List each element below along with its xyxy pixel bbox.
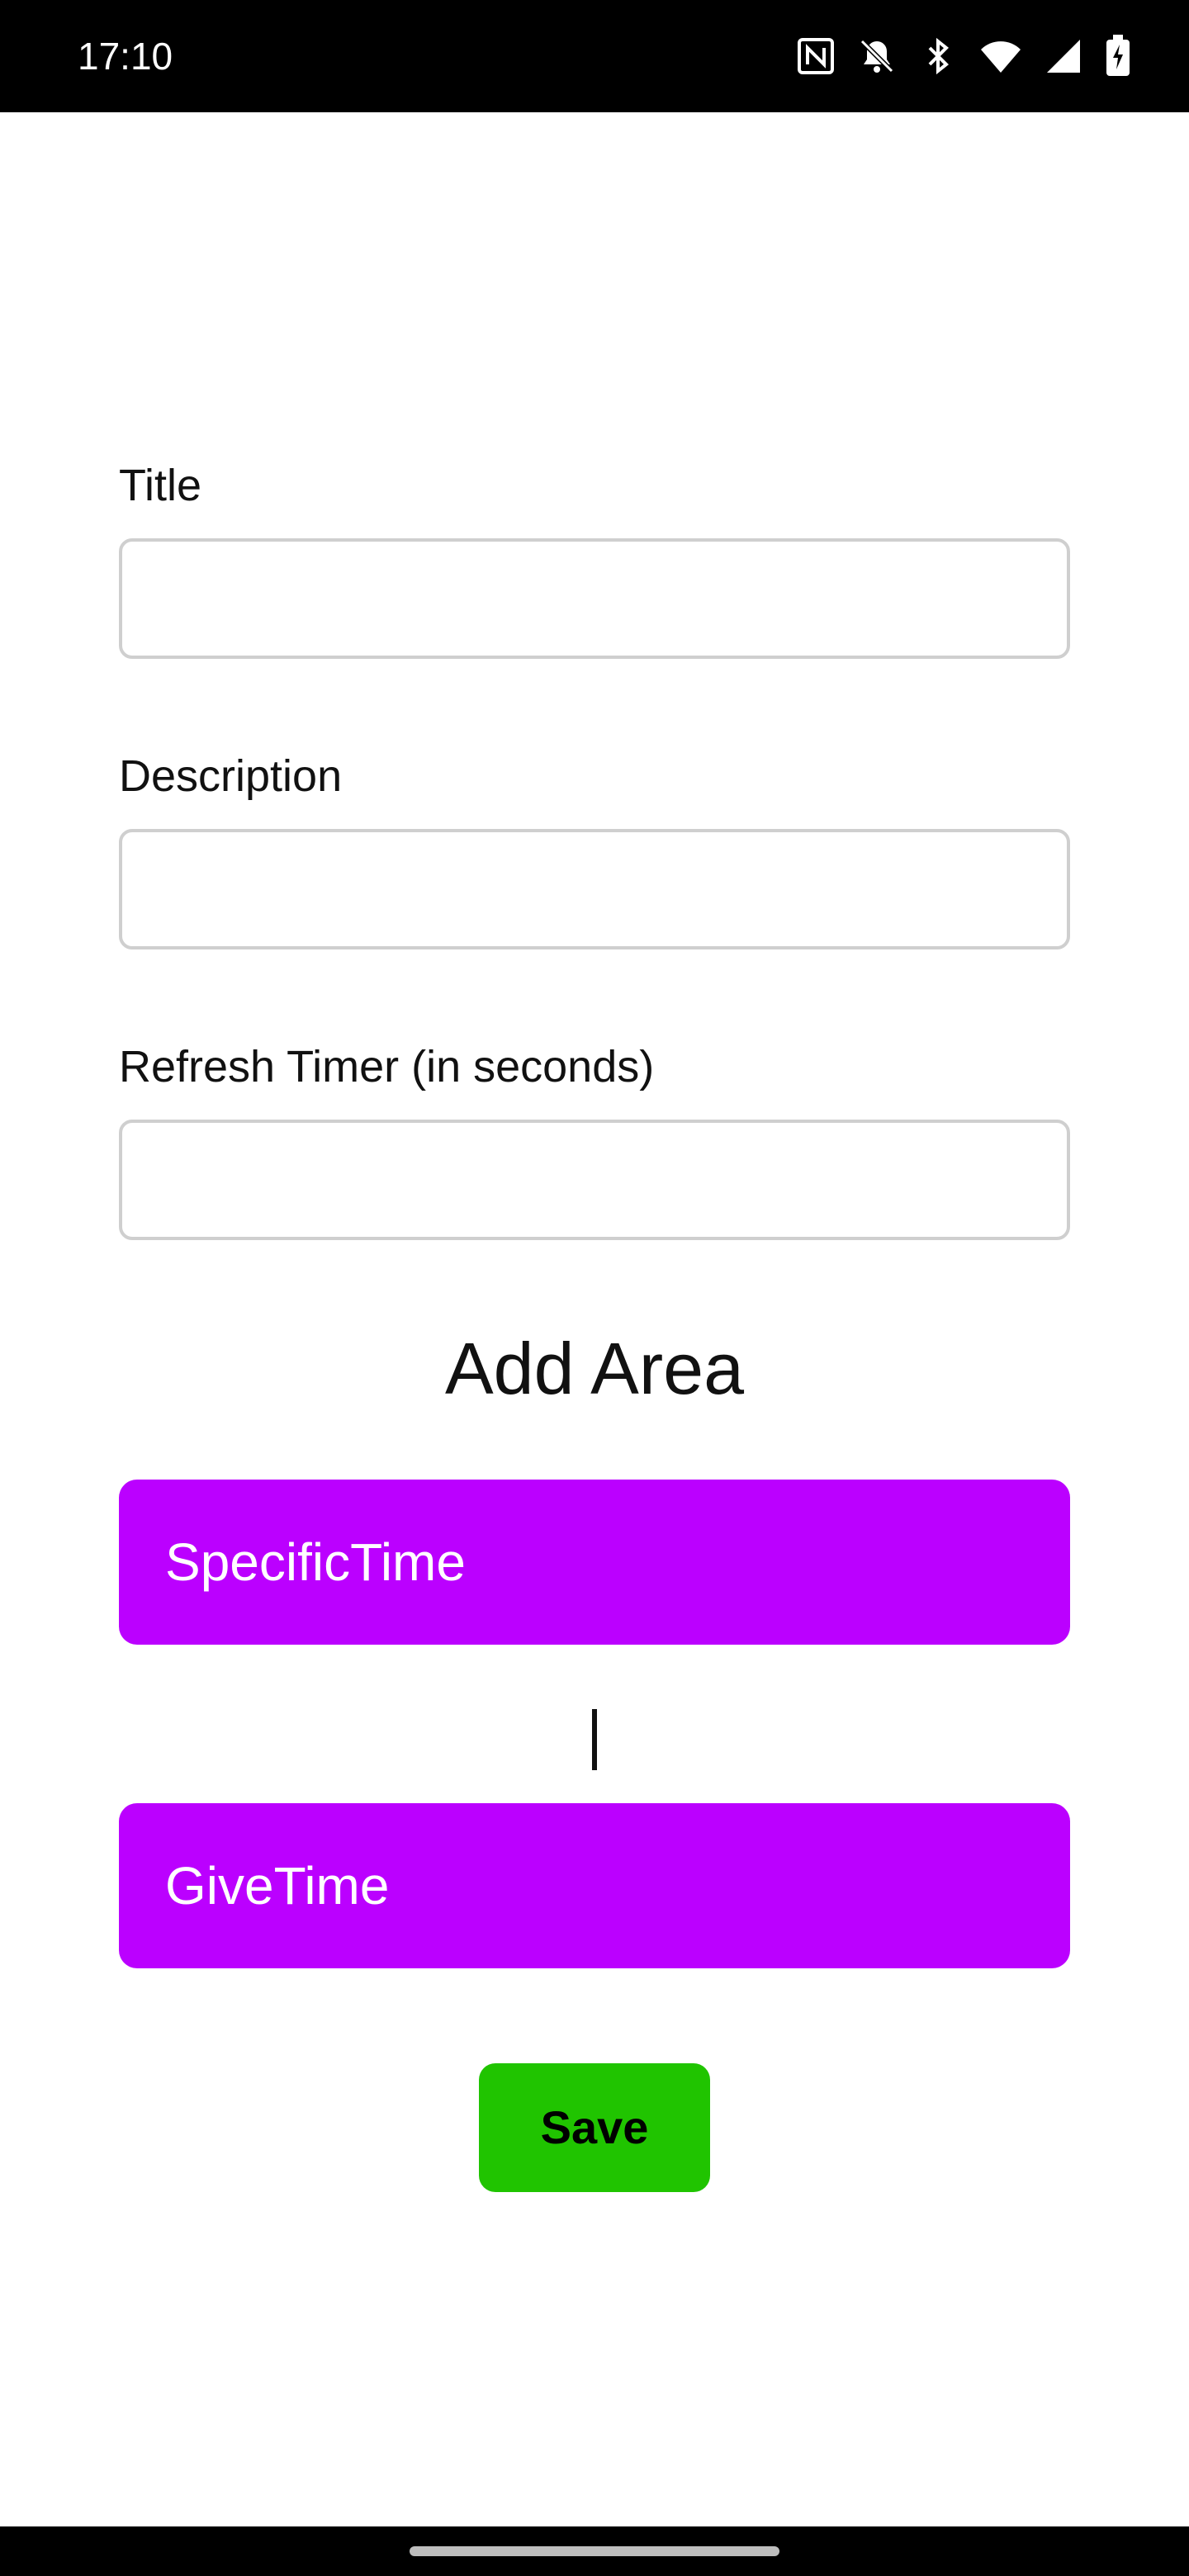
- wifi-icon: [979, 33, 1022, 79]
- specific-time-button[interactable]: SpecificTime: [119, 1480, 1070, 1645]
- add-area-title: Add Area: [444, 1328, 745, 1409]
- signal-icon: [1044, 33, 1083, 79]
- bluetooth-icon: [918, 33, 958, 79]
- home-indicator[interactable]: [410, 2546, 779, 2556]
- description-label: Description: [119, 751, 343, 801]
- separator-bar: [592, 1709, 597, 1770]
- status-icons: [796, 31, 1131, 81]
- title-label: Title: [119, 461, 202, 510]
- navigation-bar: [0, 2526, 1189, 2576]
- status-time: 17:10: [78, 35, 173, 78]
- title-input[interactable]: [119, 538, 1070, 659]
- refresh-timer-input[interactable]: [119, 1120, 1070, 1240]
- bell-off-icon: [857, 33, 897, 79]
- refresh-timer-label: Refresh Timer (in seconds): [119, 1042, 655, 1091]
- status-bar: 17:10: [0, 0, 1189, 112]
- description-input[interactable]: [119, 829, 1070, 949]
- save-button[interactable]: Save: [479, 2063, 710, 2192]
- nfc-icon: [796, 33, 836, 79]
- form-screen: Title Description Refresh Timer (in seco…: [0, 112, 1189, 2526]
- battery-charging-icon: [1105, 33, 1131, 79]
- give-time-button[interactable]: GiveTime: [119, 1803, 1070, 1968]
